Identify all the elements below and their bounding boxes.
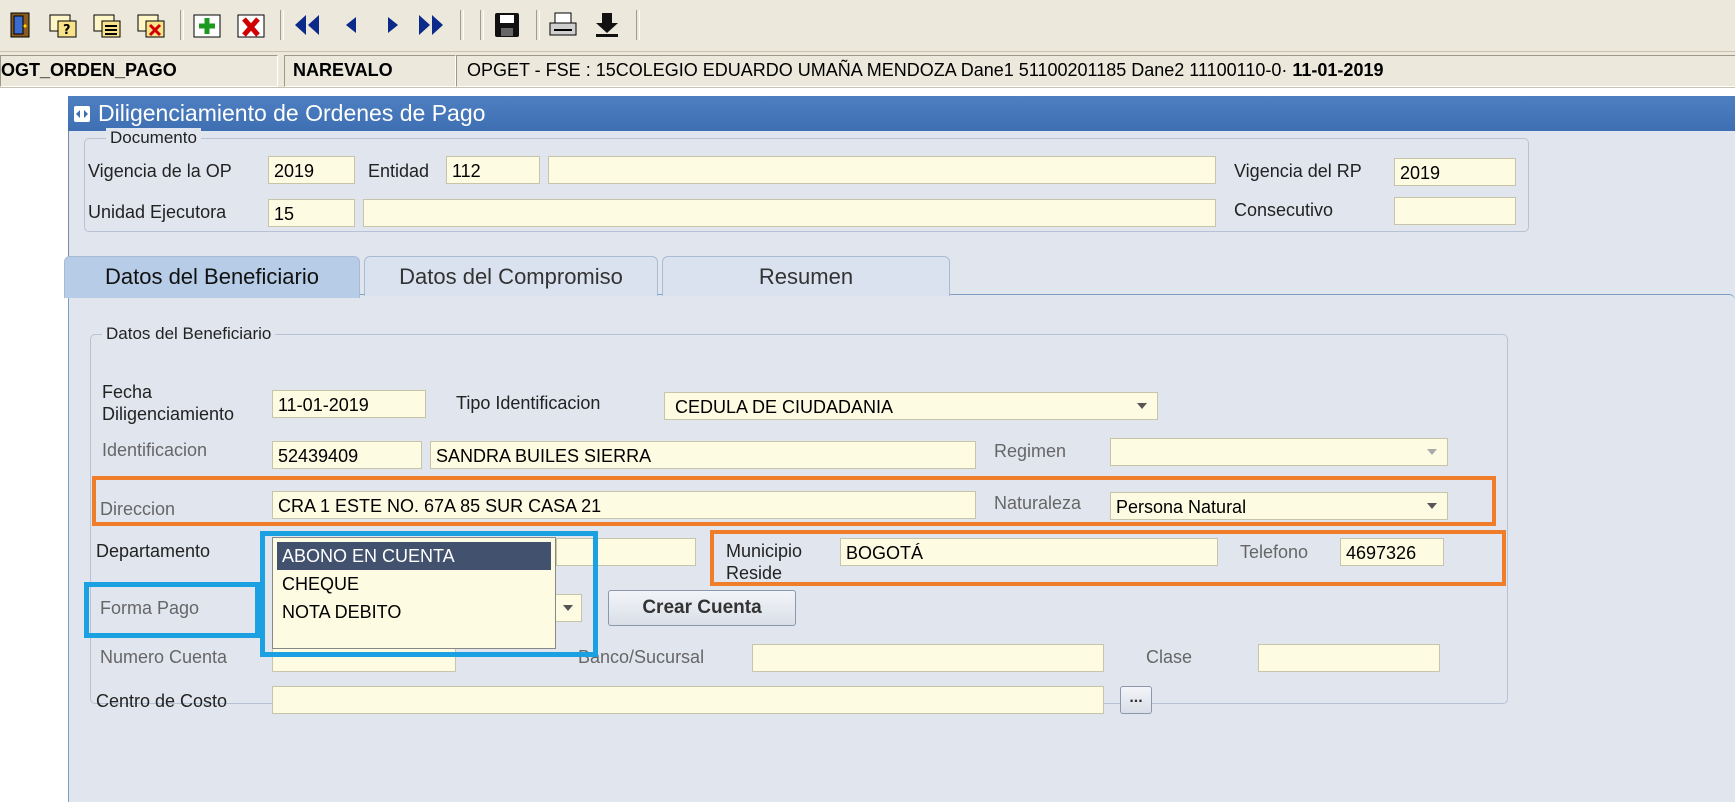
first-record-icon[interactable]: [290, 8, 324, 42]
unidad-ejecutora-label: Unidad Ejecutora: [88, 202, 227, 222]
regimen-select[interactable]: [1110, 438, 1448, 466]
exit-door-icon[interactable]: [4, 8, 38, 42]
regimen-label: Regimen: [994, 441, 1067, 461]
save-icon[interactable]: [490, 8, 524, 42]
user-field: NAREVALO: [284, 55, 456, 87]
unidad-ejecutora-field[interactable]: 15: [268, 199, 355, 227]
toolbar-separator: [460, 10, 464, 40]
tab-datos-beneficiario[interactable]: Datos del Beneficiario: [64, 256, 360, 298]
status-date: 11-01-2019: [1292, 60, 1384, 80]
nombre-beneficiario-field[interactable]: SANDRA BUILES SIERRA: [430, 441, 976, 469]
toolbar-separator: [280, 10, 284, 40]
tab-datos-compromiso[interactable]: Datos del Compromiso: [364, 256, 658, 296]
window-title-bar: Diligenciamiento de Ordenes de Pago: [68, 96, 1735, 131]
previous-record-icon[interactable]: [334, 8, 368, 42]
departamento-label: Departamento: [96, 541, 211, 561]
form-name-field: OGT_ORDEN_PAGO: [0, 55, 278, 87]
window-icon: [74, 106, 90, 122]
toolbar-separator: [180, 10, 184, 40]
help-query-icon[interactable]: ?: [46, 8, 80, 42]
context-suffix: -0·: [1265, 60, 1288, 80]
vigencia-rp-label: Vigencia del RP: [1234, 161, 1362, 181]
consecutivo-field[interactable]: [1394, 197, 1516, 225]
entidad-label: Entidad: [368, 161, 430, 181]
fecha-label-line2: Diligenciamiento: [102, 404, 235, 424]
identificacion-label: Identificacion: [102, 440, 208, 460]
delete-record-icon[interactable]: [234, 8, 268, 42]
municipio-highlight-box: [710, 530, 1506, 586]
vigencia-op-label: Vigencia de la OP: [88, 161, 232, 181]
window-title: Diligenciamiento de Ordenes de Pago: [98, 100, 486, 126]
cancel-query-icon[interactable]: [134, 8, 168, 42]
documento-legend: Documento: [106, 128, 201, 148]
chevron-down-icon[interactable]: [1421, 443, 1443, 461]
toolbar: ?: [0, 0, 1735, 52]
tipo-identificacion-select[interactable]: CEDULA DE CIUDADANIA: [664, 392, 1158, 420]
fecha-label: Fecha Diligenciamiento: [102, 381, 234, 425]
toolbar-separator: [636, 10, 640, 40]
toolbar-separator: [536, 10, 540, 40]
fecha-diligenciamiento-field[interactable]: 11-01-2019: [272, 390, 426, 418]
tipo-identificacion-label: Tipo Identificacion: [456, 393, 601, 413]
clase-field[interactable]: [1258, 644, 1440, 672]
direccion-highlight-box: [92, 476, 1496, 526]
crear-cuenta-button[interactable]: Crear Cuenta: [608, 590, 796, 626]
identificacion-field[interactable]: 52439409: [272, 441, 422, 469]
tab-resumen[interactable]: Resumen: [662, 256, 950, 296]
numero-cuenta-label: Numero Cuenta: [100, 647, 228, 667]
centro-costo-label: Centro de Costo: [96, 691, 228, 711]
enter-query-icon[interactable]: [90, 8, 124, 42]
status-bar: OGT_ORDEN_PAGO NAREVALO OPGET - FSE : 15…: [0, 52, 1735, 88]
unidad-ejecutora-name-field[interactable]: [363, 199, 1216, 227]
consecutivo-label: Consecutivo: [1234, 200, 1334, 220]
banco-sucursal-field[interactable]: [752, 644, 1104, 672]
centro-costo-lov-button[interactable]: ...: [1120, 686, 1152, 714]
vigencia-rp-field[interactable]: 2019: [1394, 158, 1516, 186]
vigencia-op-field[interactable]: 2019: [268, 156, 355, 184]
centro-costo-field[interactable]: [272, 686, 1104, 714]
forma-pago-label-highlight-box: [84, 582, 260, 638]
download-icon[interactable]: [590, 8, 624, 42]
clase-label: Clase: [1146, 647, 1193, 667]
context-text: OPGET - FSE : 15COLEGIO EDUARDO UMAÑA ME…: [467, 60, 1266, 80]
beneficiario-legend: Datos del Beneficiario: [102, 324, 276, 344]
last-record-icon[interactable]: [414, 8, 448, 42]
entidad-name-field[interactable]: [548, 156, 1216, 184]
entidad-field[interactable]: 112: [446, 156, 540, 184]
fecha-label-line1: Fecha: [102, 382, 153, 402]
svg-text:?: ?: [63, 23, 71, 38]
next-record-icon[interactable]: [376, 8, 410, 42]
print-icon[interactable]: [546, 8, 580, 42]
tipo-identificacion-value: CEDULA DE CIUDADANIA: [675, 397, 894, 417]
insert-record-icon[interactable]: [190, 8, 224, 42]
chevron-down-icon[interactable]: [1131, 397, 1153, 415]
context-field: OPGET - FSE : 15COLEGIO EDUARDO UMAÑA ME…: [456, 55, 1735, 87]
toolbar-separator: [480, 10, 484, 40]
forma-pago-options-highlight-box: [260, 531, 598, 657]
